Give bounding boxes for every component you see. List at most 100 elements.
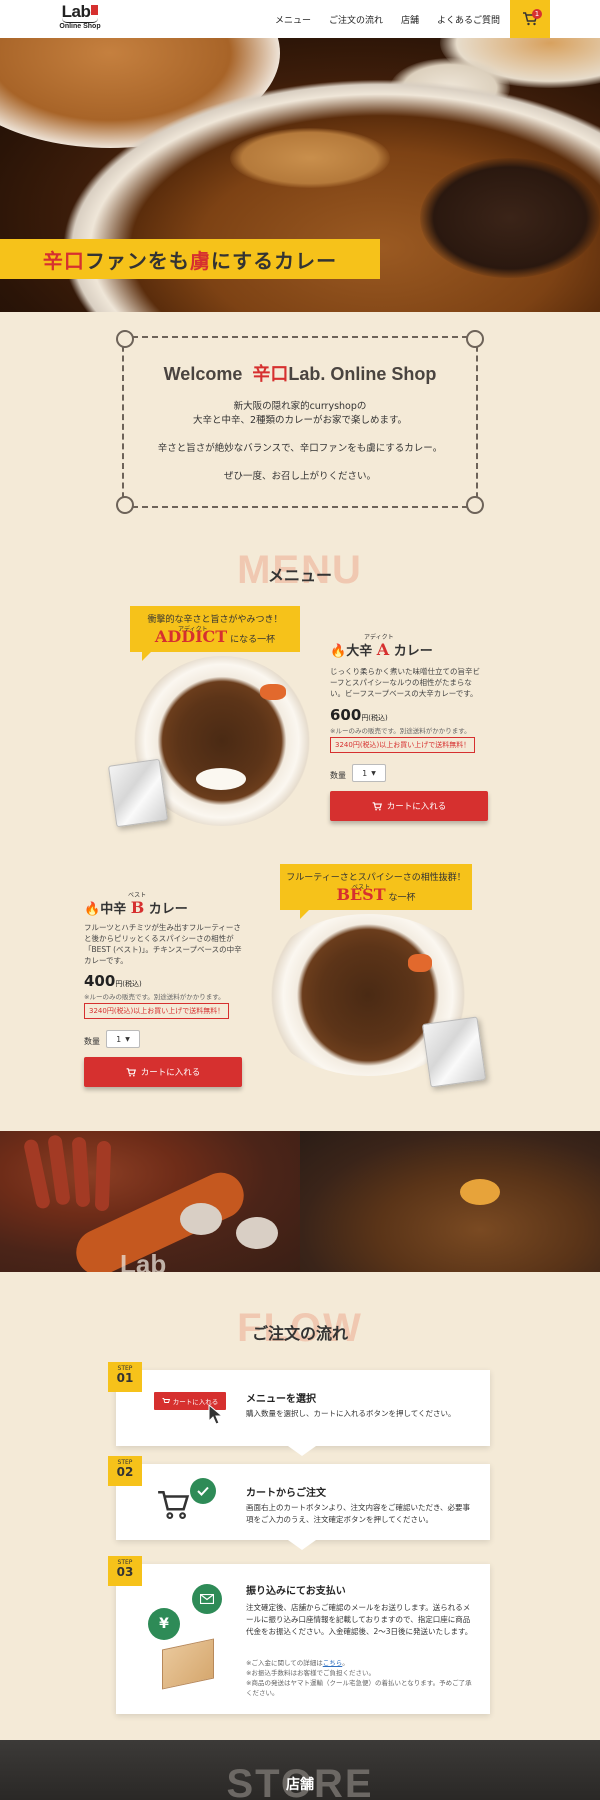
menu-title: メニュー — [267, 566, 332, 585]
menu-section-title: MENU メニュー — [0, 548, 600, 593]
corner-ornament-tr — [466, 330, 484, 348]
item-a-qty-select[interactable]: 1 ▼ — [352, 764, 386, 782]
chevron-down-icon: ▼ — [125, 1035, 130, 1043]
cart-icon — [158, 1490, 190, 1520]
fire-icon: 🔥 — [330, 644, 347, 659]
item-b-note: ※ルーのみの販売です。別途送料がかかります。 — [84, 993, 225, 1001]
item-a-tag-text: 衝撃的な辛さと旨さがやみつき！ — [147, 615, 283, 625]
item-a-name-ruby: アディクト — [364, 634, 394, 641]
step-arrow-2 — [288, 1540, 316, 1550]
ingredients-photo: Lab — [0, 1131, 300, 1272]
step3-note-2: ※お振込手数料はお客様でご負担ください。 — [246, 1669, 375, 1677]
step3-note-3: ※商品の発送はヤマト運輸（クール宅急便）の着払いとなります。予めご了承ください。 — [246, 1679, 472, 1697]
cursor-icon — [208, 1404, 224, 1425]
item-b-name: 🔥中辛 B カレー ベスト — [84, 892, 188, 917]
item-a-qty-label: 数量 — [330, 771, 346, 780]
logo-mark — [91, 5, 99, 15]
welcome-text-2: 辛さと旨さが絶妙なバランスで、辛口ファンをも虜にするカレー。 — [157, 443, 443, 454]
logo-subtitle: Online Shop — [59, 23, 101, 30]
site-header: Lab Online Shop メニュー ご注文の流れ 店舗 よくあるご質問 1 — [0, 0, 600, 38]
welcome-text-3: ぜひ一度、お召し上がりください。 — [223, 471, 376, 482]
item-a-add-to-cart-button[interactable]: カートに入れる — [330, 791, 488, 821]
item-b-qty-label: 数量 — [84, 1037, 100, 1046]
step2-body: 画面右上のカートボタンより、注文内容をご確認いただき、必要事項をご入力のうえ、注… — [246, 1503, 471, 1524]
item-a-tag-tail — [142, 652, 151, 661]
step-badge-2: STEP 02 — [108, 1456, 142, 1486]
main-nav: メニュー ご注文の流れ 店舗 よくあるご質問 — [275, 0, 500, 38]
item-b-name-ruby: ベスト — [128, 892, 147, 899]
item-b-free-shipping: 3240円(税込)以上お買い上げで送料無料！ — [84, 1003, 230, 1019]
item-a-free-shipping: 3240円(税込)以上お買い上げで送料無料！ — [330, 737, 476, 753]
item-a-tag-ruby: アディクト — [178, 626, 208, 633]
item-a-description: じっくり柔らかく煮いた味噌仕立ての旨辛ビーフとスパイシーなルウの相性がたまらない… — [330, 667, 480, 698]
step-arrow-1 — [288, 1446, 316, 1456]
flow-title: ご注文の流れ — [251, 1324, 348, 1343]
step3-notes: ※ご入金に関しての詳細はこちら。 ※お振込手数料はお客様でご負担ください。 ※商… — [246, 1658, 476, 1698]
store-title: 店舗 — [286, 1777, 314, 1793]
step3-title: 振り込みにてお支払い — [246, 1586, 346, 1597]
step1-title: メニューを選択 — [246, 1394, 316, 1405]
step-card-1: カートに入れる メニューを選択 購入数量を選択し、カートに入れるボタンを押してく… — [116, 1370, 490, 1446]
yen-icon: ¥ — [148, 1608, 180, 1640]
keema-curry-photo — [300, 1131, 600, 1272]
flow-section-title: FLOW ご注文の流れ — [0, 1306, 600, 1351]
nav-menu[interactable]: メニュー — [275, 13, 311, 26]
step-badge-3: STEP 03 — [108, 1556, 142, 1586]
item-b-tag-tail — [300, 910, 309, 919]
nav-store[interactable]: 店舗 — [401, 13, 419, 26]
item-a-roux-packet — [107, 758, 169, 828]
catch-end: にするカレー — [210, 248, 338, 273]
step-card-2: カートからご注文 画面右上のカートボタンより、注文内容をご確認いただき、必要事項… — [116, 1464, 490, 1540]
item-b-roux-packet — [421, 1016, 487, 1088]
store-section-header: STORE 店舗 — [0, 1740, 600, 1800]
item-b-add-to-cart-button[interactable]: カートに入れる — [84, 1057, 242, 1087]
nav-faq[interactable]: よくあるご質問 — [437, 13, 500, 26]
cart-icon — [126, 1067, 136, 1076]
cart-icon — [162, 1397, 170, 1403]
item-a-tag-suffix: になる一杯 — [230, 635, 276, 645]
strip-logo: Lab — [120, 1249, 167, 1272]
chevron-down-icon: ▼ — [371, 769, 376, 777]
item-b-tag-ruby: ベスト — [352, 884, 371, 891]
step2-title: カートからご注文 — [246, 1488, 326, 1499]
corner-ornament-bl — [116, 496, 134, 514]
welcome-box: Welcome 辛口Lab. Online Shop 新大阪の隠れ家的curry… — [116, 330, 484, 514]
hero-eggplant — [420, 158, 600, 278]
catch-red-1: 辛口 — [42, 248, 85, 273]
item-b-description: フルーツとハチミツが生み出すフルーティーさと後からピリッとくるスパイシーさの相性… — [84, 923, 242, 965]
step-card-3: ¥ 振り込みにてお支払い 注文確定後、店舗からご確認のメールをお送りします。送ら… — [116, 1564, 490, 1714]
item-a-name: 🔥大辛 A カレー アディクト — [330, 634, 433, 659]
item-b-qty-select[interactable]: 1 ▼ — [106, 1030, 140, 1048]
item-b-tagline: フルーティーさとスパイシーさの相性抜群！ BEST な一杯 ベスト — [280, 864, 472, 910]
site-logo[interactable]: Lab Online Shop — [56, 3, 104, 35]
corner-ornament-br — [466, 496, 484, 514]
step1-body: 購入数量を選択し、カートに入れるボタンを押してください。 — [246, 1409, 456, 1418]
item-a-note: ※ルーのみの販売です。別途送料がかかります。 — [330, 727, 471, 735]
hero-catchcopy: 辛口ファンをも虜にするカレー — [0, 239, 380, 279]
cart-icon — [372, 801, 382, 810]
catch-mid: ファンをも — [84, 248, 190, 273]
catch-red-2: 虜 — [189, 248, 211, 273]
step3-body: 注文確定後、店舗からご確認のメールをお送りします。送られるメールに振り込み口座情… — [246, 1603, 473, 1636]
item-a-tagline: 衝撃的な辛さと旨さがやみつき！ ADDICT になる一杯 アディクト — [130, 606, 300, 652]
welcome-title: Welcome 辛口Lab. Online Shop — [163, 364, 437, 384]
details-link[interactable]: こちら — [323, 1659, 343, 1667]
cart-button[interactable]: 1 — [510, 0, 550, 38]
mail-icon — [192, 1584, 222, 1614]
item-b-tag-text: フルーティーさとスパイシーさの相性抜群！ — [286, 873, 466, 883]
nav-flow[interactable]: ご注文の流れ — [329, 13, 383, 26]
item-b-tag-suffix: な一杯 — [388, 893, 416, 903]
cart-count-badge: 1 — [532, 9, 542, 19]
step-badge-1: STEP 01 — [108, 1362, 142, 1392]
package-box-icon — [162, 1638, 214, 1690]
photo-strip: Lab — [0, 1131, 600, 1272]
hero-cheese — [230, 128, 390, 188]
corner-ornament-tl — [116, 330, 134, 348]
welcome-text-1: 新大阪の隠れ家的curryshopの 大辛と中辛、2種類のカレーがお家で楽しめます… — [192, 401, 408, 426]
fire-icon: 🔥 — [84, 902, 101, 917]
check-icon — [190, 1478, 216, 1504]
logo-pot-icon — [62, 18, 98, 23]
item-a-price: 600円(税込) — [330, 706, 388, 724]
step3-note-1: ※ご入金に関しての詳細はこちら。 — [246, 1659, 349, 1667]
item-b-price: 400円(税込) — [84, 972, 142, 990]
